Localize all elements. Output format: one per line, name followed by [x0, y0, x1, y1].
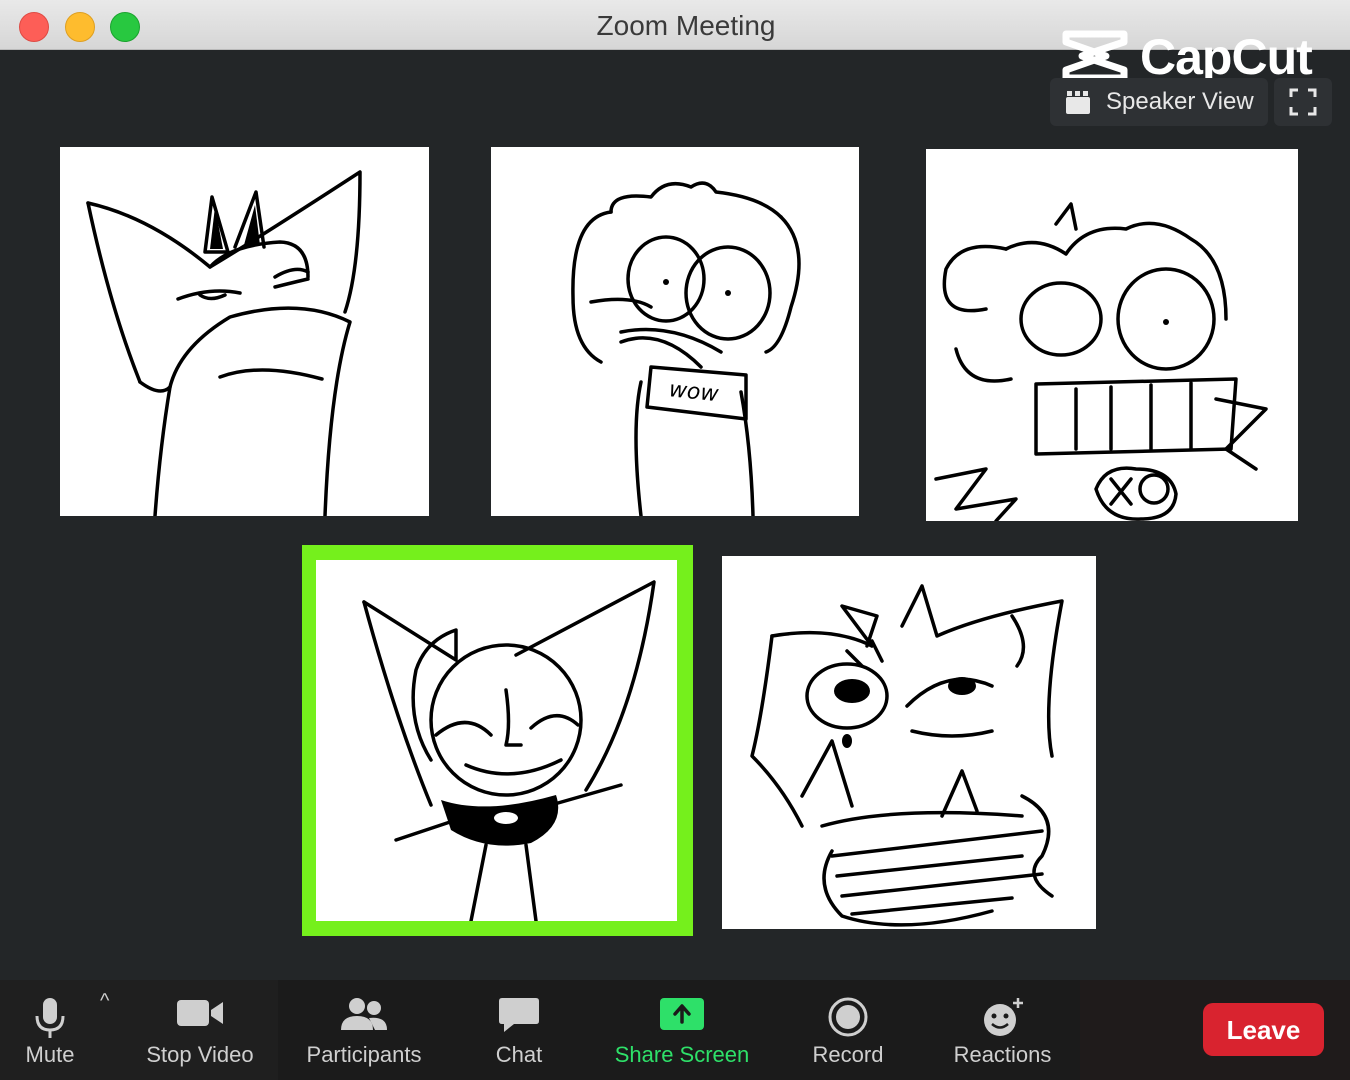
capcut-watermark: CapCut — [1060, 26, 1345, 86]
stop-video-label: Stop Video — [146, 1042, 254, 1067]
participants-icon — [341, 998, 387, 1030]
speaker-view-button[interactable]: Speaker View — [1050, 78, 1268, 126]
record-button[interactable]: Record — [805, 980, 891, 1080]
speaker-view-label: Speaker View — [1106, 88, 1254, 115]
meeting-toolbar: Mute ^ Stop Video Participants Chat Shar… — [0, 980, 1350, 1080]
reactions-label: Reactions — [953, 1042, 1052, 1067]
share-screen-icon — [660, 998, 704, 1030]
audio-video-group: Mute ^ Stop Video — [0, 980, 278, 1080]
stop-video-button[interactable]: Stop Video — [130, 980, 270, 1080]
leave-meeting-button[interactable]: Leave — [1203, 1003, 1324, 1056]
fullscreen-button[interactable] — [1274, 78, 1332, 126]
doodle-screaming-face — [934, 202, 1268, 521]
video-tile-participant-1[interactable] — [60, 147, 429, 516]
chat-bubble-icon — [499, 998, 539, 1032]
wow-sign-text: wow — [668, 377, 721, 407]
record-icon — [828, 997, 868, 1037]
video-tile-participant-4[interactable] — [316, 560, 677, 921]
video-tile-participant-5[interactable] — [722, 556, 1096, 929]
mute-button[interactable]: Mute — [10, 980, 90, 1080]
video-tile-participant-2[interactable]: wow — [491, 147, 859, 516]
record-label: Record — [812, 1042, 884, 1067]
participants-button[interactable]: Participants — [298, 980, 430, 1080]
reactions-button[interactable]: Reactions — [945, 980, 1060, 1080]
doodle-cat-horns — [86, 170, 362, 516]
chevron-up-icon[interactable]: ^ — [100, 990, 109, 1013]
capcut-logo-icon — [1062, 30, 1128, 82]
share-screen-label: Share Screen — [614, 1042, 750, 1067]
chat-button[interactable]: Chat — [478, 980, 560, 1080]
video-tile-participant-3[interactable] — [926, 149, 1298, 521]
view-controls: Speaker View — [1050, 78, 1332, 128]
reactions-smiley-icon — [983, 998, 1023, 1036]
fullscreen-icon — [1289, 88, 1317, 116]
participants-label: Participants — [306, 1042, 422, 1067]
doodle-smug-cat — [362, 580, 656, 921]
share-screen-button[interactable]: Share Screen — [606, 980, 758, 1080]
doodle-wow-sign: wow — [571, 181, 801, 516]
doodle-monster — [750, 584, 1064, 927]
microphone-icon — [35, 998, 65, 1038]
chat-label: Chat — [495, 1042, 543, 1067]
mute-label: Mute — [25, 1042, 75, 1067]
video-camera-icon — [177, 1000, 223, 1026]
grid-view-icon — [1066, 91, 1090, 114]
